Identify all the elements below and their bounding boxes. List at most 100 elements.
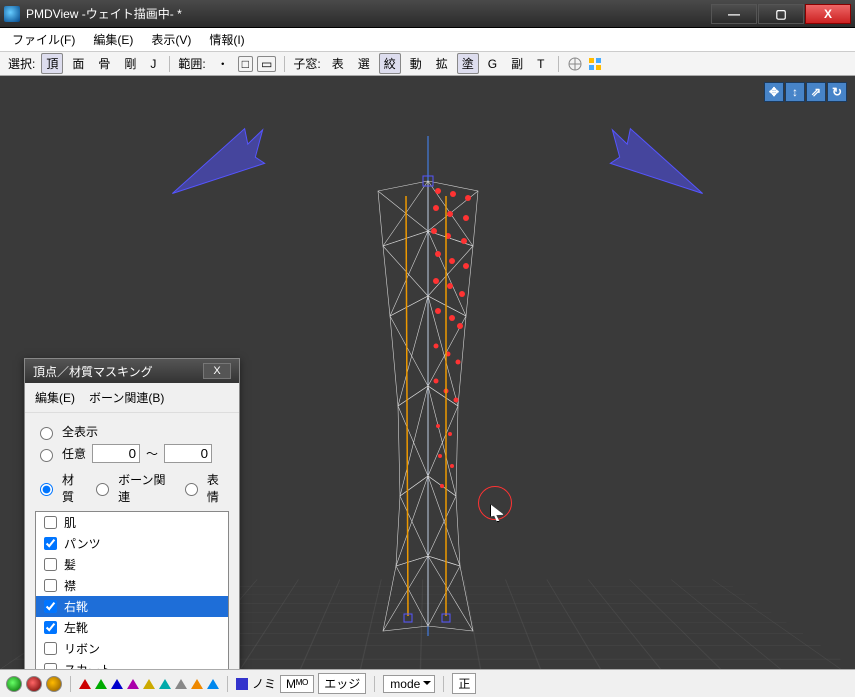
grid-icon[interactable] xyxy=(587,56,603,72)
radio-all-label: 全表示 xyxy=(62,423,98,440)
child-g-button[interactable]: G xyxy=(483,55,502,73)
separator xyxy=(169,56,170,72)
select-face-button[interactable]: 面 xyxy=(67,53,89,74)
view-pan-button[interactable]: ✥ xyxy=(764,82,784,102)
range-rect-button[interactable]: ▭ xyxy=(257,56,276,72)
select-rigid-button[interactable]: 剛 xyxy=(119,53,141,74)
status-orb-1[interactable] xyxy=(6,676,22,692)
radio-all[interactable] xyxy=(40,427,53,440)
dialog-close-button[interactable]: X xyxy=(203,363,231,379)
model-wireframe xyxy=(328,136,528,646)
list-item[interactable]: パンツ xyxy=(36,533,228,554)
color-tri-2[interactable] xyxy=(95,679,107,689)
radio-material[interactable] xyxy=(40,483,53,496)
list-item-label: 右靴 xyxy=(64,598,88,615)
color-tri-7[interactable] xyxy=(175,679,187,689)
maximize-button[interactable]: ▢ xyxy=(758,4,804,24)
dialog-body: 全表示 任意 〜 材質 ボーン関連 表情 肌パンツ髪襟右靴左靴リボンスカートシャ… xyxy=(25,413,239,669)
app-icon xyxy=(4,6,20,22)
color-swatch[interactable] xyxy=(236,678,248,690)
mmo-button[interactable]: Mᴹᴼ xyxy=(280,675,314,693)
list-item[interactable]: 肌 xyxy=(36,512,228,533)
dialog-menu-edit[interactable]: 編集(E) xyxy=(35,389,75,406)
range-from-input[interactable] xyxy=(92,444,140,463)
minimize-button[interactable]: — xyxy=(711,4,757,24)
view-orbit-button[interactable]: ↕ xyxy=(785,82,805,102)
separator xyxy=(558,56,559,72)
status-orb-3[interactable] xyxy=(46,676,62,692)
list-item-label: 襟 xyxy=(64,577,76,594)
nomi-label: ノミ xyxy=(252,675,276,692)
range-dot-button[interactable]: ・ xyxy=(212,53,234,74)
list-item-checkbox[interactable] xyxy=(44,600,57,613)
color-tri-4[interactable] xyxy=(127,679,139,689)
child-nuri-button[interactable]: 塗 xyxy=(457,53,479,74)
status-orb-2[interactable] xyxy=(26,676,42,692)
child-hyou-button[interactable]: 表 xyxy=(327,53,349,74)
menu-view[interactable]: 表示(V) xyxy=(151,31,191,48)
child-dou-button[interactable]: 動 xyxy=(405,53,427,74)
range-to-input[interactable] xyxy=(164,444,212,463)
radio-expression-label: 表情 xyxy=(207,471,229,505)
range-box-button[interactable]: □ xyxy=(238,56,253,72)
masking-dialog[interactable]: 頂点／材質マスキング X 編集(E) ボーン関連(B) 全表示 任意 〜 材質 xyxy=(24,358,240,669)
toolbar: 選択: 頂 面 骨 剛 J 範囲: ・ □ ▭ 子窓: 表 選 絞 動 拡 塗 … xyxy=(0,52,855,76)
list-item[interactable]: スカート xyxy=(36,659,228,669)
close-button[interactable]: X xyxy=(805,4,851,24)
select-vertex-button[interactable]: 頂 xyxy=(41,53,63,74)
child-t-button[interactable]: T xyxy=(532,55,549,73)
list-item-label: 肌 xyxy=(64,514,76,531)
edge-button[interactable]: エッジ xyxy=(318,673,366,694)
list-item-label: 髪 xyxy=(64,556,76,573)
dialog-titlebar[interactable]: 頂点／材質マスキング X xyxy=(25,359,239,383)
select-label: 選択: xyxy=(8,55,35,72)
viewport-3d[interactable]: ✥ ↕ ⇗ ↻ 頂点／材質マスキング X 編集(E) ボーン関連(B) 全表示 … xyxy=(0,76,855,669)
menu-edit[interactable]: 編集(E) xyxy=(93,31,133,48)
list-item-checkbox[interactable] xyxy=(44,642,57,655)
color-tri-6[interactable] xyxy=(159,679,171,689)
list-item[interactable]: リボン xyxy=(36,638,228,659)
mode-dropdown[interactable]: mode xyxy=(383,675,435,693)
globe-icon[interactable] xyxy=(567,56,583,72)
select-joint-button[interactable]: J xyxy=(145,55,161,73)
list-item[interactable]: 左靴 xyxy=(36,617,228,638)
separator xyxy=(374,676,375,692)
sei-button[interactable]: 正 xyxy=(452,673,476,694)
radio-bonerel[interactable] xyxy=(96,483,109,496)
statusbar: ノミ Mᴹᴼ エッジ mode 正 xyxy=(0,669,855,697)
list-item-checkbox[interactable] xyxy=(44,516,57,529)
child-huku-button[interactable]: 副 xyxy=(506,53,528,74)
view-rotate-button[interactable]: ↻ xyxy=(827,82,847,102)
menu-file[interactable]: ファイル(F) xyxy=(12,31,75,48)
select-bone-button[interactable]: 骨 xyxy=(93,53,115,74)
child-window-label: 子窓: xyxy=(293,55,320,72)
list-item-checkbox[interactable] xyxy=(44,537,57,550)
color-tri-3[interactable] xyxy=(111,679,123,689)
color-tri-9[interactable] xyxy=(207,679,219,689)
list-item-checkbox[interactable] xyxy=(44,558,57,571)
radio-expression[interactable] xyxy=(185,483,198,496)
child-sen-button[interactable]: 選 xyxy=(353,53,375,74)
range-separator: 〜 xyxy=(146,445,158,462)
material-listbox[interactable]: 肌パンツ髪襟右靴左靴リボンスカートシャツ上着下半身 xyxy=(35,511,229,669)
radio-material-label: 材質 xyxy=(62,471,84,505)
child-shibori-button[interactable]: 絞 xyxy=(379,53,401,74)
list-item-checkbox[interactable] xyxy=(44,621,57,634)
list-item-label: リボン xyxy=(64,640,100,657)
radio-any[interactable] xyxy=(40,449,53,462)
view-zoom-button[interactable]: ⇗ xyxy=(806,82,826,102)
window-title: PMDView -ウェイト描画中- * xyxy=(26,5,711,22)
color-tri-1[interactable] xyxy=(79,679,91,689)
menu-info[interactable]: 情報(I) xyxy=(209,31,244,48)
color-tri-8[interactable] xyxy=(191,679,203,689)
list-item-checkbox[interactable] xyxy=(44,579,57,592)
radio-any-label: 任意 xyxy=(62,445,86,462)
list-item[interactable]: 髪 xyxy=(36,554,228,575)
bone-indicator-left xyxy=(153,110,287,222)
list-item[interactable]: 右靴 xyxy=(36,596,228,617)
child-kaku-button[interactable]: 拡 xyxy=(431,53,453,74)
color-tri-5[interactable] xyxy=(143,679,155,689)
list-item[interactable]: 襟 xyxy=(36,575,228,596)
dialog-menu-bone[interactable]: ボーン関連(B) xyxy=(89,389,164,406)
window-buttons: — ▢ X xyxy=(711,4,851,24)
